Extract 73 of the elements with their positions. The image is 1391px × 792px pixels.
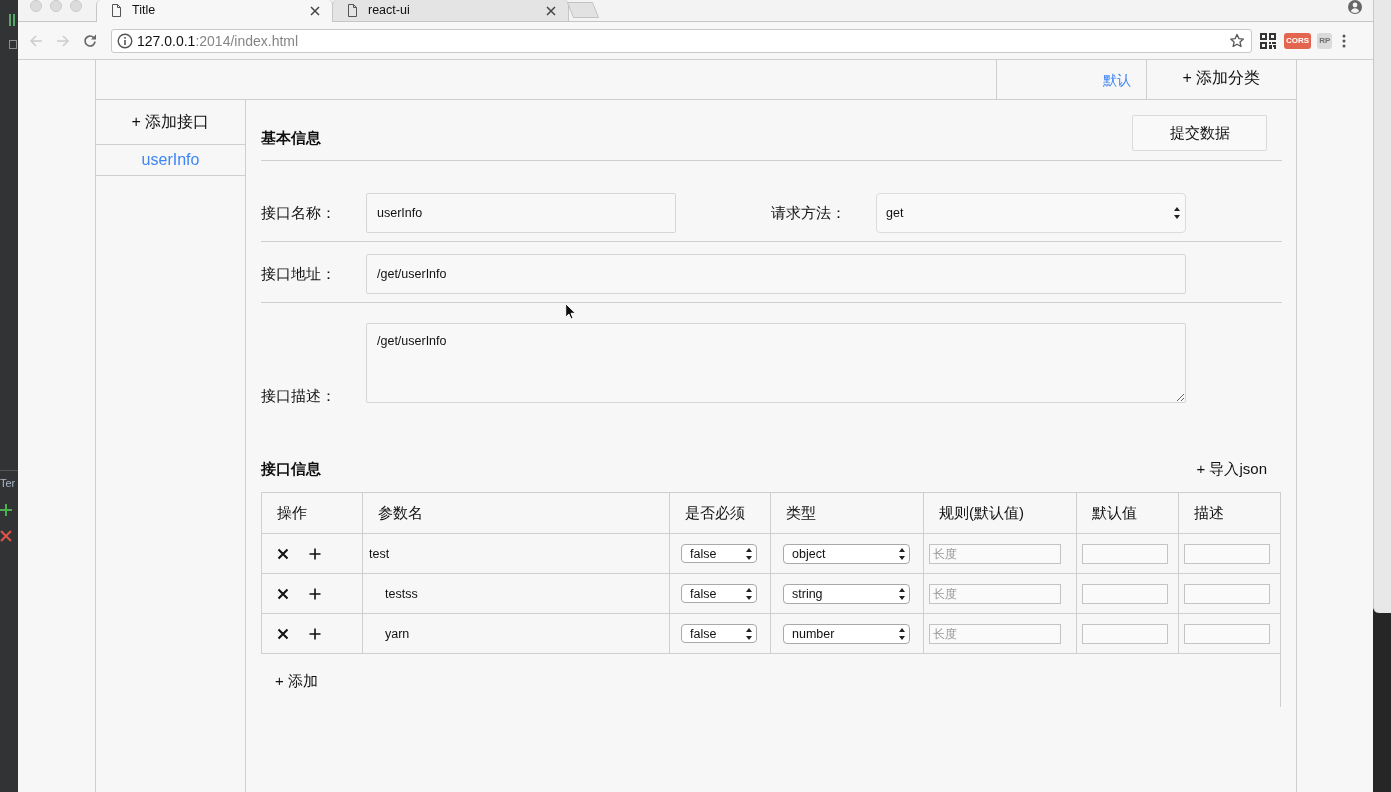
info-icon[interactable] bbox=[117, 32, 133, 49]
document-icon bbox=[112, 4, 121, 17]
submit-button[interactable]: 提交数据 bbox=[1132, 115, 1267, 151]
url-text: 127.0.0.1:2014/index.html bbox=[137, 32, 300, 49]
updown-arrows-icon bbox=[899, 547, 905, 560]
section-title: 基本信息 bbox=[261, 128, 321, 148]
close-icon[interactable] bbox=[310, 6, 320, 16]
rule-input[interactable]: 长度 bbox=[929, 543, 1061, 564]
close-icon[interactable] bbox=[546, 6, 556, 16]
section-title: 接口信息 bbox=[261, 459, 321, 479]
table-cell: testss bbox=[363, 574, 670, 613]
type-select[interactable]: object bbox=[783, 543, 910, 564]
rule-input[interactable]: 长度 bbox=[929, 583, 1061, 604]
default-value-input[interactable] bbox=[1082, 583, 1168, 604]
address-bar[interactable]: 127.0.0.1:2014/index.html bbox=[111, 28, 1252, 53]
updown-arrows-icon bbox=[746, 587, 752, 600]
updown-arrows-icon bbox=[899, 587, 905, 600]
type-select[interactable]: string bbox=[783, 583, 910, 604]
default-value-input[interactable] bbox=[1082, 543, 1168, 564]
table-cell: yarn bbox=[363, 614, 670, 653]
square-icon bbox=[9, 38, 17, 50]
updown-arrows-icon bbox=[746, 627, 752, 640]
menu-icon[interactable] bbox=[1342, 33, 1347, 48]
column-header: 描述 bbox=[1193, 502, 1225, 523]
add-parameter-button[interactable]: + 添加 bbox=[275, 669, 318, 692]
rule-input[interactable]: 长度 bbox=[929, 623, 1061, 644]
reload-icon[interactable] bbox=[82, 32, 98, 49]
field-label: 接口描述： bbox=[261, 389, 337, 403]
plus-icon[interactable] bbox=[309, 627, 321, 640]
plus-icon[interactable] bbox=[309, 547, 321, 560]
column-header: 默认值 bbox=[1077, 493, 1179, 533]
method-select[interactable]: get bbox=[876, 193, 1186, 233]
field-label: 接口名称： bbox=[261, 203, 337, 223]
add-interface-button[interactable]: + 添加接口 bbox=[96, 100, 245, 145]
type-select[interactable]: number bbox=[783, 623, 910, 644]
browser-tab[interactable]: react-ui bbox=[332, 0, 569, 21]
cross-icon[interactable] bbox=[277, 627, 289, 640]
cross-icon[interactable] bbox=[277, 547, 289, 560]
updown-arrows-icon bbox=[746, 547, 752, 560]
column-header: 规则(默认值) bbox=[924, 493, 1077, 533]
bars-icon bbox=[9, 14, 15, 26]
profile-icon[interactable] bbox=[1348, 0, 1362, 14]
description-textarea[interactable]: /get/userInfo bbox=[366, 323, 1186, 403]
description-input[interactable] bbox=[1184, 623, 1270, 644]
description-input[interactable] bbox=[1184, 543, 1270, 564]
cross-icon[interactable] bbox=[277, 587, 289, 600]
text-input[interactable]: userInfo bbox=[366, 193, 676, 233]
add-category-button[interactable]: + 添加分类 bbox=[1146, 60, 1296, 99]
category-tab[interactable]: 默认 bbox=[996, 60, 1146, 99]
document-icon bbox=[348, 4, 357, 17]
description-input[interactable] bbox=[1184, 583, 1270, 604]
required-select[interactable]: false bbox=[681, 544, 757, 563]
star-icon[interactable] bbox=[1229, 32, 1245, 49]
extension-button[interactable]: RP bbox=[1317, 32, 1333, 49]
browser-tab[interactable]: Title bbox=[96, 0, 333, 22]
updown-arrows-icon bbox=[899, 627, 905, 640]
column-header: 参数名 bbox=[363, 493, 670, 533]
field-label: 接口地址： bbox=[261, 264, 337, 284]
panel-label[interactable]: Ter bbox=[0, 476, 16, 490]
field-label: 请求方法： bbox=[771, 203, 847, 223]
plus-icon[interactable] bbox=[309, 587, 321, 600]
required-select[interactable]: false bbox=[681, 624, 757, 643]
import-json-button[interactable]: + 导入json bbox=[1196, 458, 1267, 480]
column-header: 操作 bbox=[262, 493, 363, 533]
column-header: 类型 bbox=[771, 493, 924, 533]
qr-code-icon[interactable] bbox=[1260, 32, 1276, 49]
table-cell: test bbox=[363, 534, 670, 573]
required-select[interactable]: false bbox=[681, 584, 757, 603]
mouse-pointer-icon bbox=[565, 303, 576, 320]
default-value-input[interactable] bbox=[1082, 623, 1168, 644]
text-input[interactable]: /get/userInfo bbox=[366, 254, 1186, 294]
updown-arrows-icon bbox=[1174, 207, 1180, 219]
column-header: 是否必须 bbox=[670, 493, 771, 533]
